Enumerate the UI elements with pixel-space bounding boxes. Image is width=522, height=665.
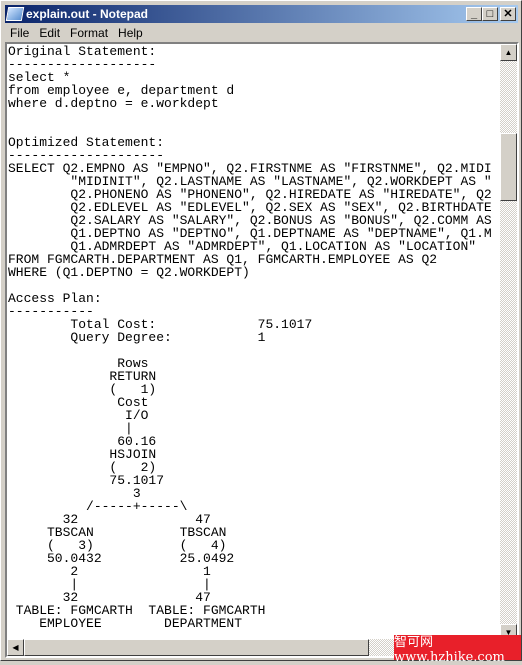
maximize-button[interactable]: □ xyxy=(482,7,498,21)
watermark-logo: 智可网 www.hzhike.com xyxy=(394,635,521,665)
vertical-scrollbar[interactable]: ▲ ▼ xyxy=(500,44,517,641)
menu-edit[interactable]: Edit xyxy=(34,26,65,40)
document-text[interactable]: Original Statement: ------------------- se… xyxy=(8,45,500,641)
text-line xyxy=(8,110,500,123)
vertical-scroll-thumb[interactable] xyxy=(500,133,517,201)
horizontal-scroll-thumb[interactable] xyxy=(24,639,369,656)
menu-bar: File Edit Format Help xyxy=(5,24,148,42)
notepad-icon xyxy=(5,7,25,21)
text-editor[interactable]: Original Statement: ------------------- se… xyxy=(5,42,519,658)
window-title: explain.out - Notepad xyxy=(26,7,149,21)
text-line: EMPLOYEE DEPARTMENT xyxy=(8,616,243,631)
text-line: WHERE (Q1.DEPTNO = Q2.WORKDEPT) xyxy=(8,265,250,280)
menu-file[interactable]: File xyxy=(5,26,34,40)
text-line: Query Degree: 1 xyxy=(8,330,266,345)
menu-help[interactable]: Help xyxy=(113,26,148,40)
text-line: ------------------- xyxy=(8,57,157,72)
menu-format[interactable]: Format xyxy=(65,26,113,40)
title-bar[interactable]: explain.out - Notepad _ □ ✕ xyxy=(5,5,518,23)
minimize-button[interactable]: _ xyxy=(466,7,482,21)
scroll-left-arrow-icon[interactable]: ◀ xyxy=(7,639,24,656)
notepad-window: explain.out - Notepad _ □ ✕ File Edit Fo… xyxy=(0,0,522,665)
scroll-up-arrow-icon[interactable]: ▲ xyxy=(500,44,517,61)
text-line: where d.deptno = e.workdept xyxy=(8,96,219,111)
close-button[interactable]: ✕ xyxy=(500,7,516,21)
